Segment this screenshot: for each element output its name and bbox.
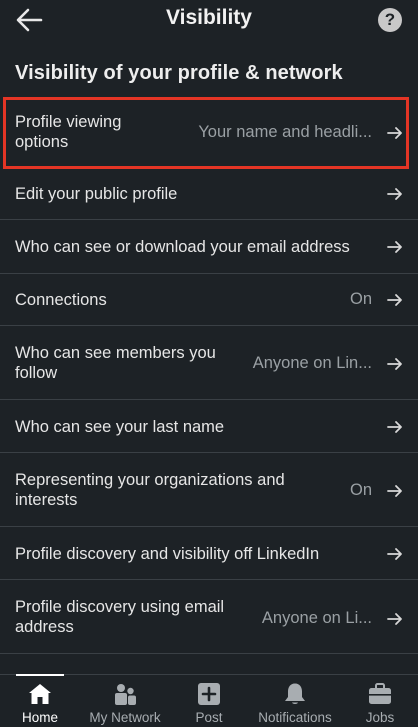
arrow-right-icon [387, 241, 402, 253]
arrow-right-icon [387, 613, 402, 625]
row-label: Representing your organizations and inte… [15, 471, 285, 509]
bottom-nav: Home My Network Post Notifications Jobs [0, 674, 418, 726]
nav-label: My Network [89, 710, 161, 725]
row-label: Who can see your last name [15, 418, 225, 436]
row-value: Your name and headli... [198, 123, 372, 141]
plus-square-icon [198, 683, 220, 705]
row-value: On [349, 290, 372, 308]
nav-label: Jobs [365, 710, 395, 725]
settings-row-profile-viewing-options[interactable]: Profile viewing options Your name and he… [0, 100, 418, 166]
nav-item-notifications[interactable]: Notifications [258, 675, 332, 727]
page-title: Visibility [166, 6, 252, 29]
briefcase-icon [369, 683, 391, 704]
row-label: Edit your public profile [15, 185, 178, 203]
settings-row-organizations-interests[interactable]: Representing your organizations and inte… [0, 453, 418, 527]
settings-row-members-you-follow[interactable]: Who can see members you follow Anyone on… [0, 326, 418, 400]
row-label: Profile discovery using email address [15, 598, 225, 636]
section-title: Visibility of your profile & network [15, 62, 343, 84]
settings-row-discovery-off-linkedin[interactable]: Profile discovery and visibility off Lin… [0, 527, 418, 580]
home-icon [29, 684, 51, 704]
settings-row-discovery-email[interactable]: Profile discovery using email address An… [0, 580, 418, 654]
arrow-right-icon [387, 548, 402, 560]
nav-item-jobs[interactable]: Jobs [358, 675, 402, 727]
row-label: Profile discovery and visibility off Lin… [15, 545, 320, 563]
row-value: Anyone on Lin... [252, 354, 372, 372]
nav-label: Notifications [258, 710, 332, 725]
row-label: Who can see or download your email addre… [15, 238, 350, 256]
row-label: Connections [15, 291, 107, 309]
arrow-right-icon [387, 127, 402, 139]
arrow-right-icon [387, 358, 402, 370]
settings-row-connections[interactable]: Connections On [0, 274, 418, 326]
settings-row-edit-public-profile[interactable]: Edit your public profile [0, 168, 418, 220]
row-label: Who can see members you follow [15, 344, 216, 382]
settings-row-email-visibility[interactable]: Who can see or download your email addre… [0, 220, 418, 274]
nav-item-my-network[interactable]: My Network [89, 675, 161, 727]
arrow-right-icon [387, 294, 402, 306]
row-value: Anyone on Li... [261, 609, 372, 627]
arrow-right-icon [387, 421, 402, 433]
nav-item-home[interactable]: Home [16, 674, 64, 727]
row-label: Profile viewing options [15, 113, 122, 151]
nav-item-post[interactable]: Post [186, 675, 232, 727]
arrow-right-icon [387, 188, 402, 200]
settings-content: Visibility of your profile & network Pro… [0, 40, 418, 674]
row-value: On [349, 481, 372, 499]
bell-icon [285, 683, 305, 704]
top-bar: Visibility ? [0, 0, 418, 40]
question-icon[interactable]: ? [378, 8, 402, 32]
arrow-right-icon [387, 485, 402, 497]
settings-row-last-name[interactable]: Who can see your last name [0, 400, 418, 453]
people-icon [115, 684, 136, 705]
